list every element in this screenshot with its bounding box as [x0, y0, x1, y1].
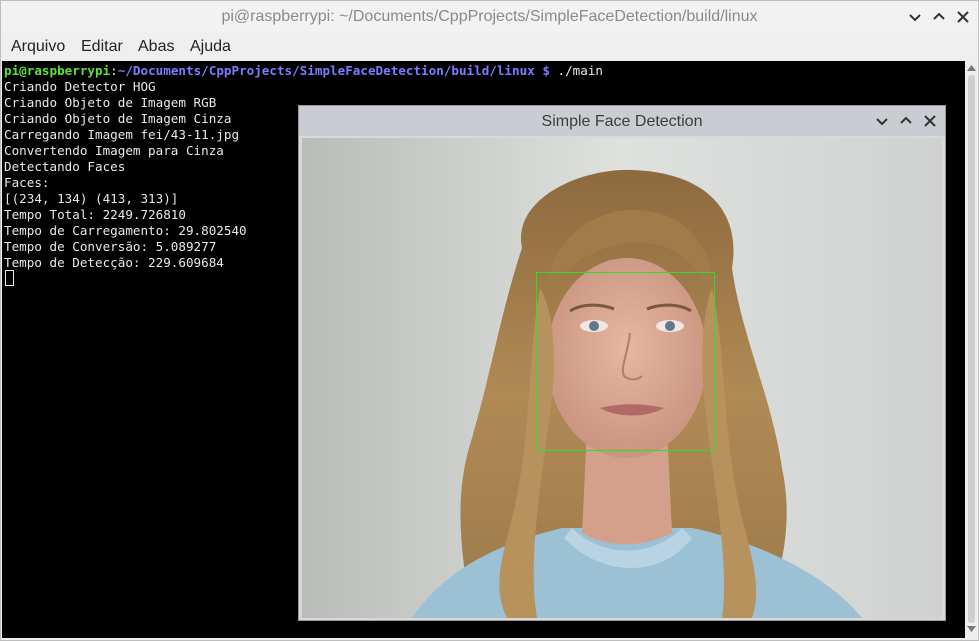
prompt-path: ~/Documents/CppProjects/SimpleFaceDetect… [117, 63, 535, 78]
output-line: [(234, 134) (413, 313)] [4, 191, 179, 206]
output-line: Criando Objeto de Imagem RGB [4, 95, 217, 110]
chevron-down-icon[interactable] [873, 112, 891, 130]
image-window-titlebar[interactable]: Simple Face Detection [299, 106, 945, 136]
detection-photo [302, 138, 942, 618]
menu-bar: Arquivo Editar Abas Ajuda [1, 33, 978, 61]
scrollbar-thumb[interactable] [968, 75, 975, 623]
scroll-up-icon[interactable] [967, 65, 976, 71]
output-line: Detectando Faces [4, 159, 126, 174]
menu-editar[interactable]: Editar [81, 38, 123, 56]
prompt-user: pi@raspberrypi [4, 63, 111, 78]
menu-ajuda[interactable]: Ajuda [190, 38, 231, 56]
scroll-down-icon[interactable] [967, 626, 976, 632]
chevron-up-icon[interactable] [897, 112, 915, 130]
window-title: pi@raspberrypi: ~/Documents/CppProjects/… [221, 8, 758, 25]
face-detection-box [536, 272, 715, 451]
prompt-line: pi@raspberrypi:~/Documents/CppProjects/S… [4, 63, 603, 79]
close-icon[interactable] [921, 112, 939, 130]
prompt-separator: : [110, 63, 118, 78]
minimize-icon[interactable] [905, 7, 925, 27]
output-line: Tempo de Conversão: 5.089277 [4, 239, 217, 254]
image-window-title: Simple Face Detection [541, 113, 703, 130]
menu-arquivo[interactable]: Arquivo [11, 38, 65, 56]
close-icon[interactable] [953, 7, 973, 27]
output-line: Criando Objeto de Imagem Cinza [4, 111, 232, 126]
output-line: Tempo de Detecção: 229.609684 [4, 255, 224, 270]
output-line: Tempo Total: 2249.726810 [4, 207, 186, 222]
command-text: ./main [549, 63, 604, 78]
terminal-scrollbar[interactable] [965, 61, 978, 638]
face-detection-window[interactable]: Simple Face Detection [298, 105, 946, 621]
window-titlebar[interactable]: pi@raspberrypi: ~/Documents/CppProjects/… [1, 1, 978, 33]
output-line: Convertendo Imagem para Cinza [4, 143, 224, 158]
menu-abas[interactable]: Abas [138, 38, 174, 56]
output-line: Carregando Imagem fei/43-11.jpg [4, 127, 240, 142]
terminal-cursor [5, 270, 14, 286]
prompt-dollar: $ [534, 63, 550, 78]
output-line: Criando Detector HOG [4, 79, 156, 94]
output-line: Tempo de Carregamento: 29.802540 [4, 223, 247, 238]
output-line: Faces: [4, 175, 50, 190]
maximize-icon[interactable] [929, 7, 949, 27]
